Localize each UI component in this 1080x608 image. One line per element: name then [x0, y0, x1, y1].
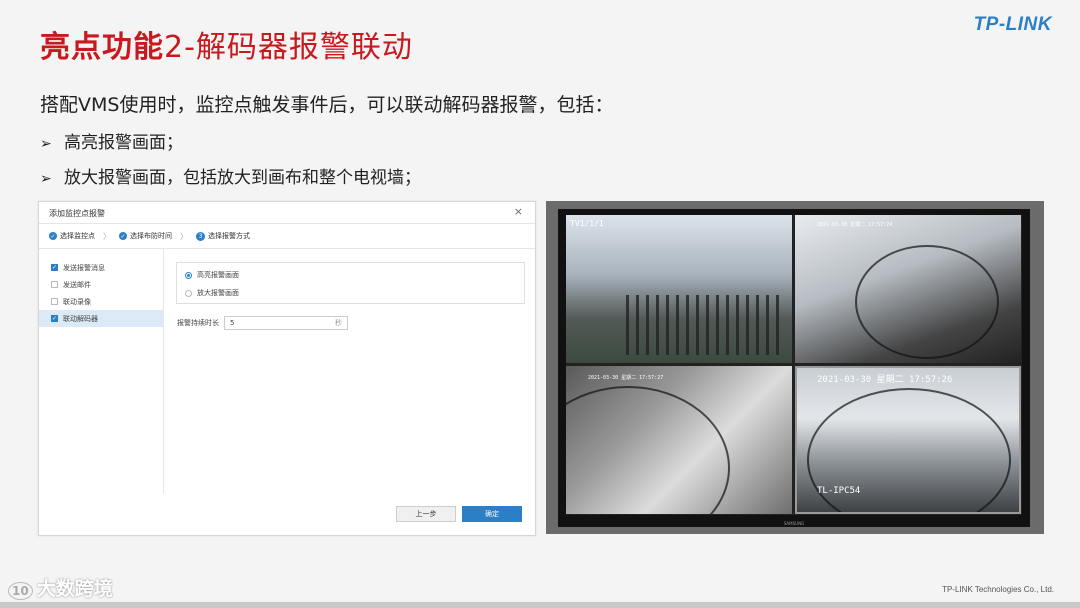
step-number-icon: 3: [196, 231, 205, 241]
step-label: 选择监控点: [60, 232, 95, 240]
step-select-camera: ✓ 选择监控点: [49, 231, 95, 241]
title-rest: 2-解码器报警联动: [164, 30, 413, 65]
bullet-item: ➢ 放大报警画面，包括放大到画布和整个电视墙；: [40, 163, 421, 188]
step-alarm-method: 3 选择报警方式: [196, 231, 250, 241]
side-item-link-record[interactable]: 联动录像: [39, 293, 163, 310]
side-item-label: 联动录像: [63, 297, 91, 306]
watermark: 10 大数跨境: [8, 574, 113, 601]
dialog-title: 添加监控点报警: [49, 209, 105, 218]
watermark-text: 大数跨境: [36, 578, 113, 600]
duration-input[interactable]: 5 秒: [224, 316, 348, 330]
duration-unit: 秒: [335, 319, 342, 327]
bullet-item: ➢ 高亮报警画面；: [40, 128, 183, 153]
tp-link-logo: TP-LINK: [973, 14, 1052, 35]
chevron-right-icon: 〉: [103, 231, 111, 241]
tv-screen: TV1/1/1 2021-03-30 星期二 17:57:24 2021-03-…: [566, 215, 1022, 515]
duration-value: 5: [230, 319, 235, 327]
step-indicator: ✓ 选择监控点 〉 ✓ 选择布防时间 〉 3 选择报警方式: [39, 224, 535, 249]
arrow-bullet-icon: ➢: [40, 171, 52, 187]
tv-monitor: TV1/1/1 2021-03-30 星期二 17:57:24 2021-03-…: [558, 209, 1030, 527]
company-name: TP-LINK Technologies Co., Ltd.: [942, 585, 1054, 594]
chevron-right-icon: 〉: [180, 231, 188, 241]
video-pane-highlighted: 2021-03-30 星期二 17:57:26 TL-IPC54: [795, 366, 1021, 514]
duration-row: 报警持续时长 5 秒: [177, 316, 348, 330]
slide-title: 亮点功能2-解码器报警联动: [40, 22, 413, 66]
prev-step-button[interactable]: 上一步: [396, 506, 456, 522]
bullet-text: 高亮报警画面；: [64, 133, 183, 153]
osd-timestamp: 2021-03-30 星期二 17:57:24: [817, 222, 893, 228]
radio-label: 放大报警画面: [197, 289, 239, 297]
checkbox-icon[interactable]: [51, 298, 58, 305]
intro-text: 搭配VMS使用时，监控点触发事件后，可以联动解码器报警，包括：: [40, 94, 614, 116]
side-item-label: 发送报警消息: [63, 263, 105, 272]
osd-timestamp: 2021-03-30 星期二 17:57:26: [817, 375, 953, 385]
check-icon: ✓: [49, 232, 57, 240]
bullet-text: 放大报警画面，包括放大到画布和整个电视墙；: [64, 168, 421, 188]
arrow-bullet-icon: ➢: [40, 136, 52, 152]
duration-label: 报警持续时长: [177, 319, 219, 327]
step-schedule: ✓ 选择布防时间: [119, 231, 172, 241]
osd-channel: TV1/1/1: [570, 219, 604, 228]
osd-camera-name: TL-IPC54: [817, 486, 861, 496]
step-label: 选择报警方式: [208, 232, 250, 240]
side-item-send-message[interactable]: ✓ 发送报警消息: [39, 259, 163, 276]
alarm-action-list: ✓ 发送报警消息 发送邮件 联动录像 ✓ 联动解码器: [39, 249, 164, 493]
radio-label: 高亮报警画面: [197, 271, 239, 279]
side-item-label: 联动解码器: [63, 314, 98, 323]
checkbox-checked-icon[interactable]: ✓: [51, 315, 58, 322]
fence-graphic: [626, 295, 786, 355]
video-pane-closeup: 2021-03-30 星期二 17:57:27: [566, 366, 792, 514]
cable-graphic: [566, 386, 730, 514]
bottom-bar: [0, 602, 1080, 608]
radio-icon[interactable]: [185, 289, 192, 297]
step-label: 选择布防时间: [130, 232, 172, 240]
add-alarm-dialog: 添加监控点报警 × ✓ 选择监控点 〉 ✓ 选择布防时间 〉 3 选择报警方式 ✓ 发送…: [38, 201, 536, 536]
side-item-send-email[interactable]: 发送邮件: [39, 276, 163, 293]
radio-highlight[interactable]: 高亮报警画面: [177, 266, 524, 284]
alarm-mode-group: 高亮报警画面 放大报警画面: [176, 262, 525, 304]
check-icon: ✓: [119, 232, 127, 240]
cable-graphic: [855, 245, 999, 359]
video-pane-ceiling: 2021-03-30 星期二 17:57:24: [795, 215, 1021, 363]
side-item-label: 发送邮件: [63, 280, 91, 289]
tv-wall-photo: TV1/1/1 2021-03-30 星期二 17:57:24 2021-03-…: [546, 201, 1044, 534]
checkbox-icon[interactable]: [51, 281, 58, 288]
confirm-button[interactable]: 确定: [462, 506, 522, 522]
watermark-icon: 10: [8, 582, 33, 600]
side-item-link-decoder[interactable]: ✓ 联动解码器: [39, 310, 163, 327]
tv-brand-label: SAMSUNG: [783, 521, 805, 526]
osd-timestamp: 2021-03-30 星期二 17:57:27: [588, 375, 664, 381]
video-pane-street: TV1/1/1: [566, 215, 792, 363]
dialog-header: 添加监控点报警 ×: [39, 202, 535, 224]
checkbox-checked-icon[interactable]: ✓: [51, 264, 58, 271]
close-icon[interactable]: ×: [514, 205, 523, 218]
radio-selected-icon[interactable]: [185, 271, 192, 279]
title-bold: 亮点功能: [40, 30, 164, 65]
radio-enlarge[interactable]: 放大报警画面: [177, 284, 524, 302]
